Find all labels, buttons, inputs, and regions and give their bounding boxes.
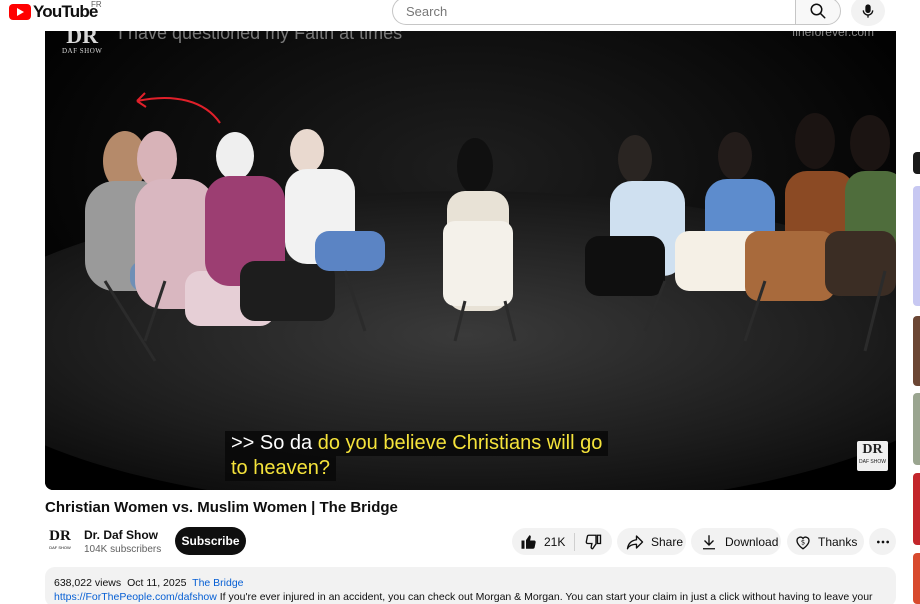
download-icon bbox=[703, 534, 715, 549]
channel-name[interactable]: Dr. Daf Show bbox=[84, 528, 158, 542]
corner-brand-sub: DAF SHOW bbox=[859, 459, 886, 465]
related-thumb-2[interactable] bbox=[913, 186, 920, 306]
related-thumb-6[interactable] bbox=[913, 553, 920, 604]
brand-mark: DR bbox=[66, 31, 99, 48]
video-overlay-text: I have questioned my Faith at times bbox=[118, 31, 403, 43]
share-arrow-icon bbox=[626, 534, 644, 549]
country-code: FR bbox=[91, 0, 102, 9]
like-count: 21K bbox=[544, 534, 566, 549]
video-frame bbox=[45, 31, 896, 490]
youtube-logo[interactable]: YouTube FR bbox=[9, 0, 102, 22]
download-label: Download bbox=[725, 534, 779, 549]
related-thumb-5[interactable] bbox=[913, 473, 920, 545]
caption-line-2: to heaven? bbox=[225, 456, 336, 481]
video-player[interactable]: DR DAF SHOW I have questioned my Faith a… bbox=[45, 31, 896, 490]
avatar-sub: DAF SHOW bbox=[49, 545, 71, 550]
search-button[interactable] bbox=[795, 0, 841, 25]
svg-text:$: $ bbox=[801, 538, 805, 546]
search-input[interactable]: Search bbox=[392, 0, 795, 25]
view-count: 638,022 views bbox=[54, 577, 122, 589]
thumbs-down-icon bbox=[586, 534, 602, 549]
corner-logo-watermark: DR DAF SHOW bbox=[857, 441, 888, 471]
voice-search-button[interactable] bbox=[851, 0, 885, 26]
youtube-play-icon bbox=[9, 4, 31, 20]
subscribe-button[interactable]: Subscribe bbox=[175, 527, 246, 555]
description-tag[interactable]: The Bridge bbox=[192, 577, 243, 589]
description-text-line: https://ForThePeople.com/dafshow If you'… bbox=[54, 590, 887, 604]
search-icon bbox=[810, 3, 826, 19]
related-thumb-3[interactable] bbox=[913, 316, 920, 386]
caption-highlight-1: do you believe Christians will go bbox=[317, 432, 603, 454]
corner-brand-mark: DR bbox=[862, 442, 883, 457]
subscriber-count: 104K subscribers bbox=[84, 544, 162, 555]
thanks-label: Thanks bbox=[818, 534, 858, 549]
dislike-button[interactable] bbox=[584, 533, 602, 551]
site-watermark: fineforever.com bbox=[791, 31, 874, 39]
description-box[interactable]: 638,022 views Oct 11, 2025 The Bridge ht… bbox=[45, 567, 896, 604]
more-horizontal-icon bbox=[876, 540, 889, 543]
channel-avatar[interactable]: DR DAF SHOW bbox=[45, 527, 75, 557]
share-label: Share bbox=[651, 534, 684, 549]
avatar-mark: DR bbox=[49, 528, 71, 544]
caption-highlight-2: to heaven? bbox=[231, 457, 330, 479]
thumbs-up-icon bbox=[521, 534, 536, 549]
related-thumb-1[interactable] bbox=[913, 152, 920, 174]
caption-line-1: >> So da do you believe Christians will … bbox=[225, 431, 609, 456]
closed-caption: >> So da do you believe Christians will … bbox=[225, 431, 609, 481]
upload-date: Oct 11, 2025 bbox=[127, 577, 187, 589]
description-link[interactable]: https://ForThePeople.com/dafshow bbox=[54, 591, 217, 603]
logo-text: YouTube bbox=[33, 2, 98, 21]
description-text: If you're ever injured in an accident, y… bbox=[219, 591, 873, 603]
more-actions-button[interactable] bbox=[869, 528, 896, 555]
video-title: Christian Women vs. Muslim Women | The B… bbox=[45, 499, 398, 516]
brand-sub: DAF SHOW bbox=[62, 47, 103, 55]
like-divider bbox=[574, 532, 576, 551]
description-meta: 638,022 views Oct 11, 2025 The Bridge bbox=[54, 576, 887, 590]
caption-prefix: >> So da bbox=[231, 432, 313, 454]
thanks-heart-dollar-icon: $ bbox=[796, 535, 810, 550]
search-placeholder: Search bbox=[406, 3, 448, 19]
top-bar: YouTube FR Search bbox=[0, 0, 920, 31]
show-logo-watermark: DR DAF SHOW bbox=[62, 31, 102, 55]
like-dislike-group: 21K bbox=[512, 528, 612, 555]
share-button[interactable]: Share bbox=[617, 528, 686, 555]
download-button[interactable]: Download bbox=[691, 528, 781, 555]
mic-icon bbox=[862, 4, 874, 18]
related-thumb-4[interactable] bbox=[913, 393, 920, 465]
thanks-button[interactable]: $ Thanks bbox=[787, 528, 864, 555]
like-button[interactable]: 21K bbox=[512, 533, 565, 551]
